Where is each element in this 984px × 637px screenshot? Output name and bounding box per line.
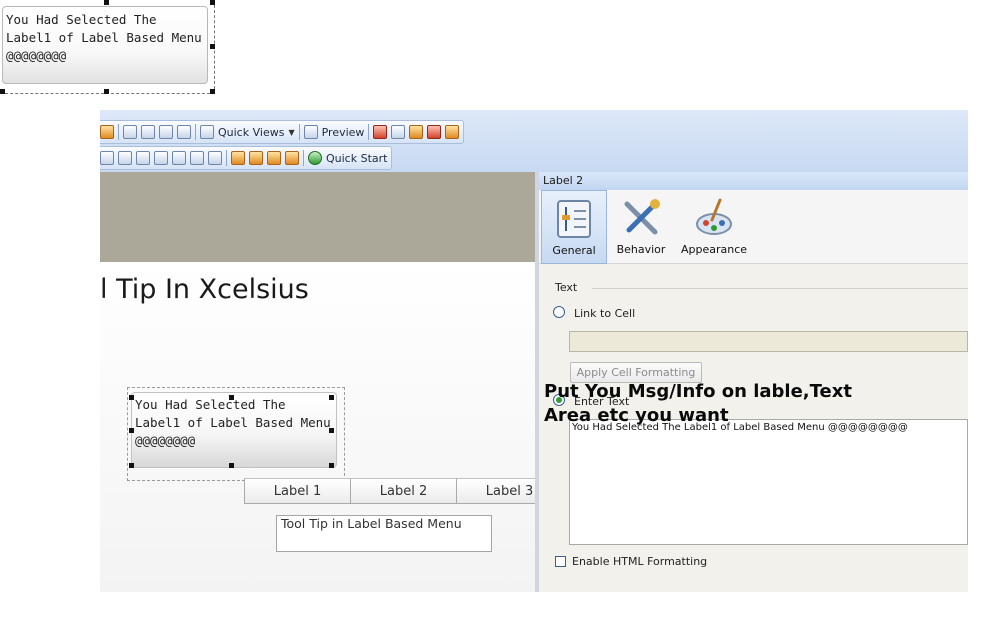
toolbar-separator	[368, 124, 370, 140]
general-icon	[557, 200, 591, 238]
chevron-down-icon[interactable]: ▼	[288, 128, 294, 137]
export-outlook-icon[interactable]	[409, 125, 424, 139]
resize-handle[interactable]	[210, 89, 215, 94]
behavior-icon	[624, 199, 660, 235]
resize-handle[interactable]	[210, 0, 215, 5]
quick-views-icon[interactable]	[200, 125, 214, 139]
enable-html-checkbox[interactable]	[555, 556, 566, 567]
resize-handle[interactable]	[329, 463, 334, 468]
align-bottom-icon[interactable]	[118, 151, 132, 165]
toolbar-separator	[195, 124, 196, 140]
toolbar-separator	[298, 124, 300, 140]
canvas-title: l Tip In Xcelsius	[100, 274, 309, 305]
align-middle-icon[interactable]	[154, 151, 168, 165]
same-size-icon[interactable]	[208, 151, 222, 165]
resize-handle[interactable]	[104, 89, 109, 94]
space-vertical-icon[interactable]	[190, 151, 204, 165]
tab-general[interactable]: General	[541, 190, 607, 264]
tab-behavior-label: Behavior	[616, 243, 666, 256]
space-horizontal-icon[interactable]	[172, 151, 186, 165]
link-to-cell-label: Link to Cell	[574, 307, 636, 320]
panel-title: Label 2	[539, 172, 968, 190]
object-icon[interactable]	[100, 125, 114, 139]
menu-label-1[interactable]: Label 1	[244, 478, 351, 504]
toolbar-separator	[226, 150, 227, 166]
resize-handle[interactable]	[210, 44, 215, 49]
resize-handle[interactable]	[129, 395, 134, 400]
zoom-fit-icon[interactable]	[177, 125, 191, 139]
export-word-icon[interactable]	[445, 125, 460, 139]
resize-handle[interactable]	[104, 0, 109, 5]
menu-label-2[interactable]: Label 2	[350, 478, 457, 504]
tooltip-text-top: You Had Selected The Label1 of Label Bas…	[6, 12, 202, 63]
resize-handle[interactable]	[129, 428, 134, 433]
resize-handle[interactable]	[0, 89, 5, 94]
tab-appearance-label: Appearance	[681, 243, 748, 256]
text-group-label: Text	[555, 281, 578, 294]
preview-icon[interactable]	[303, 125, 318, 139]
tab-behavior[interactable]: Behavior	[608, 190, 674, 264]
annotation-text: Put You Msg/Info on lable,Text Area etc …	[544, 381, 852, 426]
bring-to-front-icon[interactable]	[267, 151, 281, 165]
enter-text-area[interactable]	[569, 419, 968, 545]
toolbar-separator	[118, 124, 119, 140]
resize-handle[interactable]	[229, 395, 234, 400]
label-based-menu: Label 1 Label 2 Label 3	[244, 478, 563, 504]
toolbar-row-1: Quick Views ▼ Preview	[100, 120, 465, 144]
send-backward-icon[interactable]	[141, 125, 155, 139]
resize-handle[interactable]	[329, 395, 334, 400]
group-divider	[592, 288, 968, 289]
align-center-icon[interactable]	[136, 151, 150, 165]
group-icon[interactable]	[231, 151, 245, 165]
quick-start-icon[interactable]	[308, 151, 322, 165]
cell-reference-input[interactable]	[569, 331, 968, 352]
tab-general-label: General	[552, 244, 596, 257]
canvas-header-area	[100, 172, 535, 262]
send-to-back-icon[interactable]	[285, 151, 299, 165]
tooltip-text: You Had Selected The Label1 of Label Bas…	[135, 397, 331, 448]
preview-button[interactable]: Preview	[322, 126, 365, 139]
ungroup-icon[interactable]	[249, 151, 263, 165]
zoom-in-icon[interactable]	[159, 125, 173, 139]
toolbar-row-2: Quick Start	[100, 146, 393, 170]
tab-appearance[interactable]: Appearance	[681, 190, 747, 264]
bring-forward-icon[interactable]	[123, 125, 137, 139]
toolbar-separator	[303, 150, 304, 166]
resize-handle[interactable]	[329, 428, 334, 433]
enable-html-label: Enable HTML Formatting	[572, 555, 708, 568]
content-label-text: Tool Tip in Label Based Menu	[281, 516, 462, 531]
xcelsius-window: Quick Views ▼ Preview Quick Start l Tip …	[100, 110, 968, 592]
quick-start-button[interactable]: Quick Start	[326, 152, 387, 165]
appearance-icon	[696, 198, 732, 235]
align-left-icon[interactable]	[100, 151, 114, 165]
export-pdf-icon[interactable]	[427, 125, 442, 139]
export-swf-icon[interactable]	[373, 125, 388, 139]
link-to-cell-radio[interactable]	[553, 306, 565, 318]
quick-views-button[interactable]: Quick Views	[218, 126, 284, 139]
resize-handle[interactable]	[229, 463, 234, 468]
resize-handle[interactable]	[129, 463, 134, 468]
export-ppt-icon[interactable]	[391, 125, 406, 139]
